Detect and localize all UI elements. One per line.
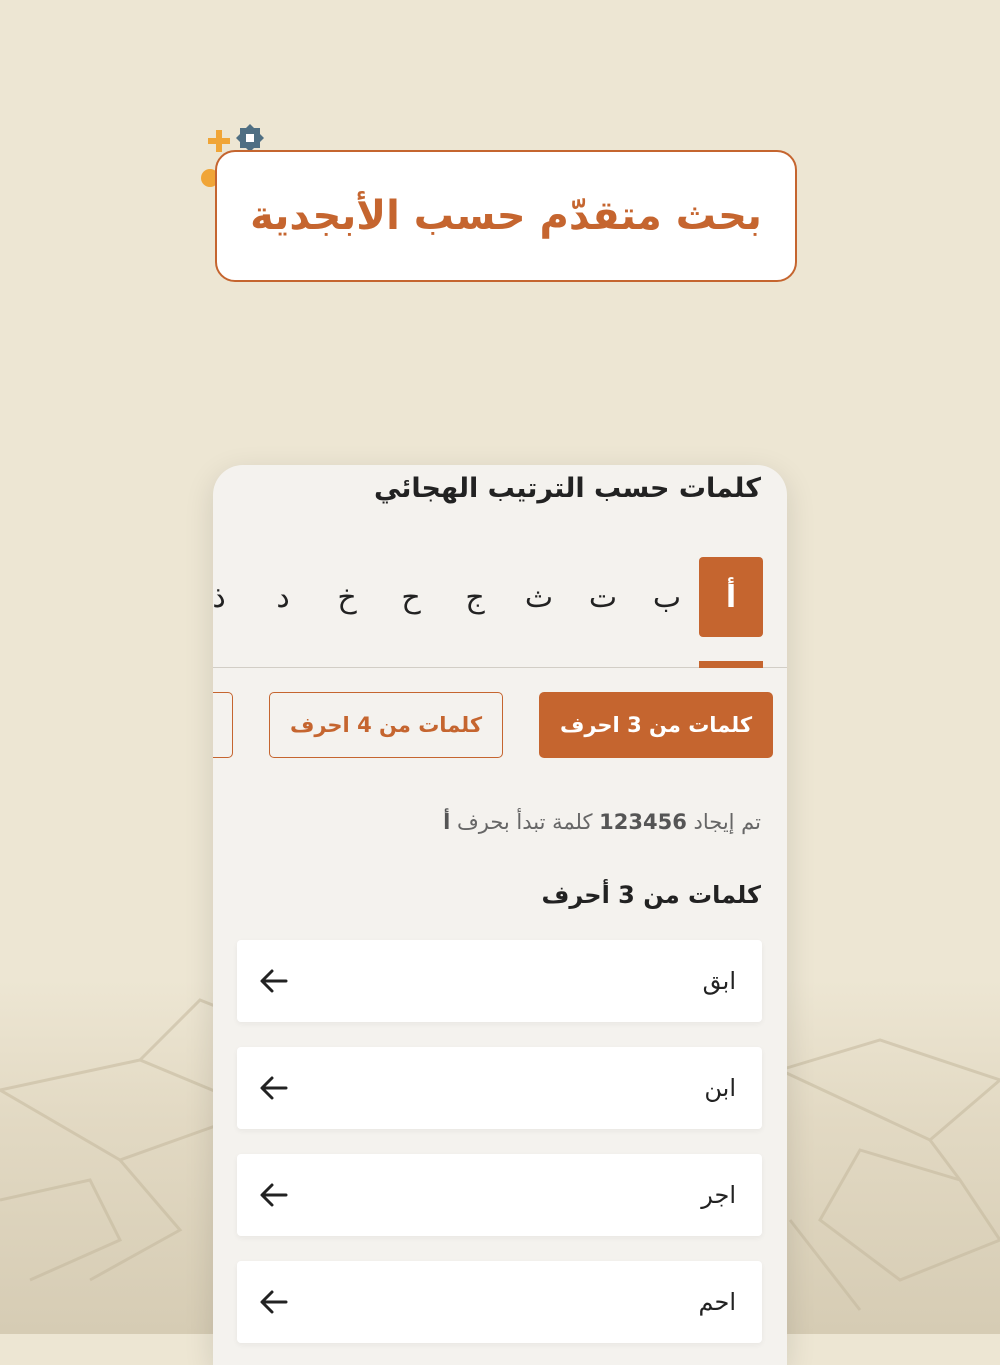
chip-4-letters[interactable]: كلمات من 4 احرف	[269, 692, 503, 758]
section-title: كلمات من 3 أحرف	[541, 881, 761, 909]
list-item-word: اجر	[701, 1181, 736, 1209]
list-item[interactable]: ابن	[237, 1047, 762, 1129]
chip-3-letters[interactable]: كلمات من 3 احرف	[539, 692, 773, 758]
result-prefix: تم إيجاد	[693, 810, 761, 834]
active-tab-indicator	[699, 661, 763, 668]
phone-screen: كلمات حسب الترتيب الهجائي أ ب ت ث ج ح خ …	[213, 465, 787, 1365]
banner-title: بحث متقدّم حسب الأبجدية	[250, 193, 762, 239]
arrow-left-icon	[260, 1076, 288, 1100]
arrow-left-icon	[260, 1183, 288, 1207]
tab-letter-ta[interactable]: ت	[571, 557, 635, 637]
letter-tabs: أ ب ت ث ج ح خ د ذ	[213, 557, 763, 637]
arrow-left-icon	[260, 1290, 288, 1314]
list-item[interactable]: اجر	[237, 1154, 762, 1236]
result-summary: تم إيجاد 123456 كلمة تبدأ بحرف أ	[443, 810, 761, 834]
chip-more-letters[interactable]	[213, 692, 233, 758]
tab-letter-dhal[interactable]: ذ	[213, 557, 251, 637]
tab-letter-kha[interactable]: خ	[315, 557, 379, 637]
tab-letter-alef[interactable]: أ	[699, 557, 763, 637]
tab-letter-ba[interactable]: ب	[635, 557, 699, 637]
word-list: ابق ابن اجر احم	[237, 940, 762, 1365]
title-banner: بحث متقدّم حسب الأبجدية	[215, 150, 797, 282]
tab-letter-dal[interactable]: د	[251, 557, 315, 637]
result-letter: أ	[443, 810, 451, 834]
screen-title: كلمات حسب الترتيب الهجائي	[373, 473, 761, 504]
list-item-word: ابن	[704, 1074, 736, 1102]
list-item[interactable]: احم	[237, 1261, 762, 1343]
tab-letter-tha[interactable]: ث	[507, 557, 571, 637]
result-count: 123456	[599, 810, 687, 834]
tab-letter-ha[interactable]: ح	[379, 557, 443, 637]
result-middle: كلمة تبدأ بحرف	[456, 810, 593, 834]
length-filter-chips: كلمات من 3 احرف كلمات من 4 احرف	[213, 692, 773, 758]
tab-letter-jim[interactable]: ج	[443, 557, 507, 637]
list-item-word: ابق	[702, 967, 736, 995]
list-item[interactable]: ابق	[237, 940, 762, 1022]
arrow-left-icon	[260, 969, 288, 993]
list-item-word: احم	[698, 1288, 736, 1316]
